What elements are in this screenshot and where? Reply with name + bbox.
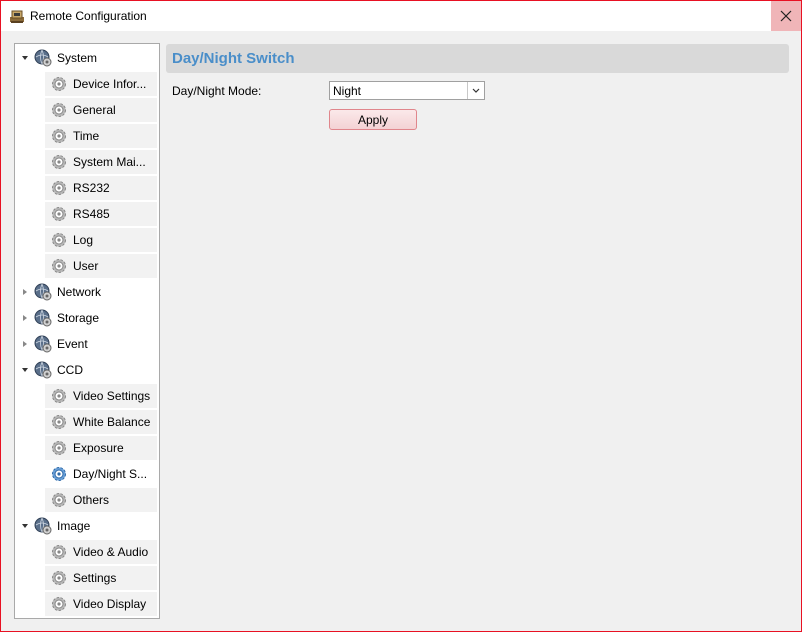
gear-icon bbox=[51, 102, 67, 118]
tree-item-white-balance[interactable]: White Balance bbox=[45, 410, 157, 434]
tree-item-rs485[interactable]: RS485 bbox=[45, 202, 157, 226]
tree-item-video-settings[interactable]: Video Settings bbox=[45, 384, 157, 408]
tree-item-device-infor[interactable]: Device Infor... bbox=[45, 72, 157, 96]
config-tree[interactable]: System Device Infor... General Time System M… bbox=[14, 43, 160, 619]
tree-item-label: Others bbox=[73, 493, 110, 507]
remote-configuration-window: Remote Configuration System Device Infor.… bbox=[0, 0, 802, 632]
gear-icon bbox=[51, 154, 67, 170]
expand-arrow-down-icon[interactable] bbox=[21, 54, 29, 62]
tree-item-label: Day/Night S... bbox=[73, 467, 148, 481]
tree-item-general[interactable]: General bbox=[45, 98, 157, 122]
tree-item-label: CCD bbox=[57, 363, 83, 377]
tree-item-label: Video Display bbox=[73, 597, 147, 611]
gear-icon bbox=[51, 466, 67, 482]
gear-icon bbox=[51, 258, 67, 274]
tree-item-label: System bbox=[57, 51, 98, 65]
remote-config-app-icon bbox=[9, 8, 25, 24]
tree-item-label: RS485 bbox=[73, 207, 110, 221]
gear-icon bbox=[51, 570, 67, 586]
tree-item-settings[interactable]: Settings bbox=[45, 566, 157, 590]
gear-icon bbox=[51, 388, 67, 404]
tree-item-storage[interactable]: Storage bbox=[15, 306, 157, 330]
tree-item-log[interactable]: Log bbox=[45, 228, 157, 252]
close-button[interactable] bbox=[771, 1, 801, 31]
expand-arrow-right-icon[interactable] bbox=[21, 314, 29, 322]
page-title: Day/Night Switch bbox=[172, 50, 295, 67]
globe-gear-icon bbox=[34, 309, 52, 327]
gear-icon bbox=[51, 440, 67, 456]
tree-item-system-mai[interactable]: System Mai... bbox=[45, 150, 157, 174]
chevron-down-icon[interactable] bbox=[467, 82, 484, 99]
globe-gear-icon bbox=[34, 335, 52, 353]
tree-item-label: Log bbox=[73, 233, 94, 247]
tree-item-rs232[interactable]: RS232 bbox=[45, 176, 157, 200]
tree-item-label: Event bbox=[57, 337, 88, 351]
expand-arrow-right-icon[interactable] bbox=[21, 288, 29, 296]
title-bar: Remote Configuration bbox=[1, 1, 801, 31]
tree-item-label: Time bbox=[73, 129, 100, 143]
gear-icon bbox=[51, 596, 67, 612]
gear-icon bbox=[51, 180, 67, 196]
tree-item-system[interactable]: System bbox=[15, 46, 157, 70]
tree-item-label: Device Infor... bbox=[73, 77, 147, 91]
tree-item-ccd[interactable]: CCD bbox=[15, 358, 157, 382]
tree-item-label: Settings bbox=[73, 571, 117, 585]
gear-icon bbox=[51, 544, 67, 560]
tree-item-label: Image bbox=[57, 519, 91, 533]
gear-icon bbox=[51, 128, 67, 144]
tree-item-label: RS232 bbox=[73, 181, 110, 195]
gear-icon bbox=[51, 492, 67, 508]
tree-item-time[interactable]: Time bbox=[45, 124, 157, 148]
day-night-mode-select[interactable]: Night bbox=[329, 81, 485, 100]
tree-item-label: Exposure bbox=[73, 441, 124, 455]
tree-item-label: User bbox=[73, 259, 99, 273]
tree-item-user[interactable]: User bbox=[45, 254, 157, 278]
tree-item-network[interactable]: Network bbox=[15, 280, 157, 304]
tree-item-label: Network bbox=[57, 285, 102, 299]
day-night-mode-value: Night bbox=[333, 84, 362, 98]
day-night-mode-label: Day/Night Mode: bbox=[172, 84, 262, 98]
expand-arrow-right-icon[interactable] bbox=[21, 340, 29, 348]
gear-icon bbox=[51, 414, 67, 430]
tree-item-event[interactable]: Event bbox=[15, 332, 157, 356]
tree-item-video-display[interactable]: Video Display bbox=[45, 592, 157, 616]
globe-gear-icon bbox=[34, 283, 52, 301]
tree-item-label: Video & Audio bbox=[73, 545, 149, 559]
tree-item-label: General bbox=[73, 103, 116, 117]
tree-item-day-night-s[interactable]: Day/Night S... bbox=[45, 462, 157, 486]
gear-icon bbox=[51, 232, 67, 248]
tree-item-image[interactable]: Image bbox=[15, 514, 157, 538]
apply-button[interactable]: Apply bbox=[329, 109, 417, 130]
expand-arrow-down-icon[interactable] bbox=[21, 366, 29, 374]
panel-header: Day/Night Switch bbox=[166, 44, 789, 73]
tree-item-label: System Mai... bbox=[73, 155, 146, 169]
gear-icon bbox=[51, 76, 67, 92]
tree-item-video-audio[interactable]: Video & Audio bbox=[45, 540, 157, 564]
tree-item-label: Storage bbox=[57, 311, 100, 325]
tree-item-exposure[interactable]: Exposure bbox=[45, 436, 157, 460]
gear-icon bbox=[51, 206, 67, 222]
globe-gear-icon bbox=[34, 49, 52, 67]
close-icon bbox=[780, 10, 792, 22]
globe-gear-icon bbox=[34, 517, 52, 535]
window-title: Remote Configuration bbox=[30, 9, 147, 23]
tree-item-label: White Balance bbox=[73, 415, 151, 429]
tree-item-label: Video Settings bbox=[73, 389, 151, 403]
tree-item-others[interactable]: Others bbox=[45, 488, 157, 512]
expand-arrow-down-icon[interactable] bbox=[21, 522, 29, 530]
globe-gear-icon bbox=[34, 361, 52, 379]
